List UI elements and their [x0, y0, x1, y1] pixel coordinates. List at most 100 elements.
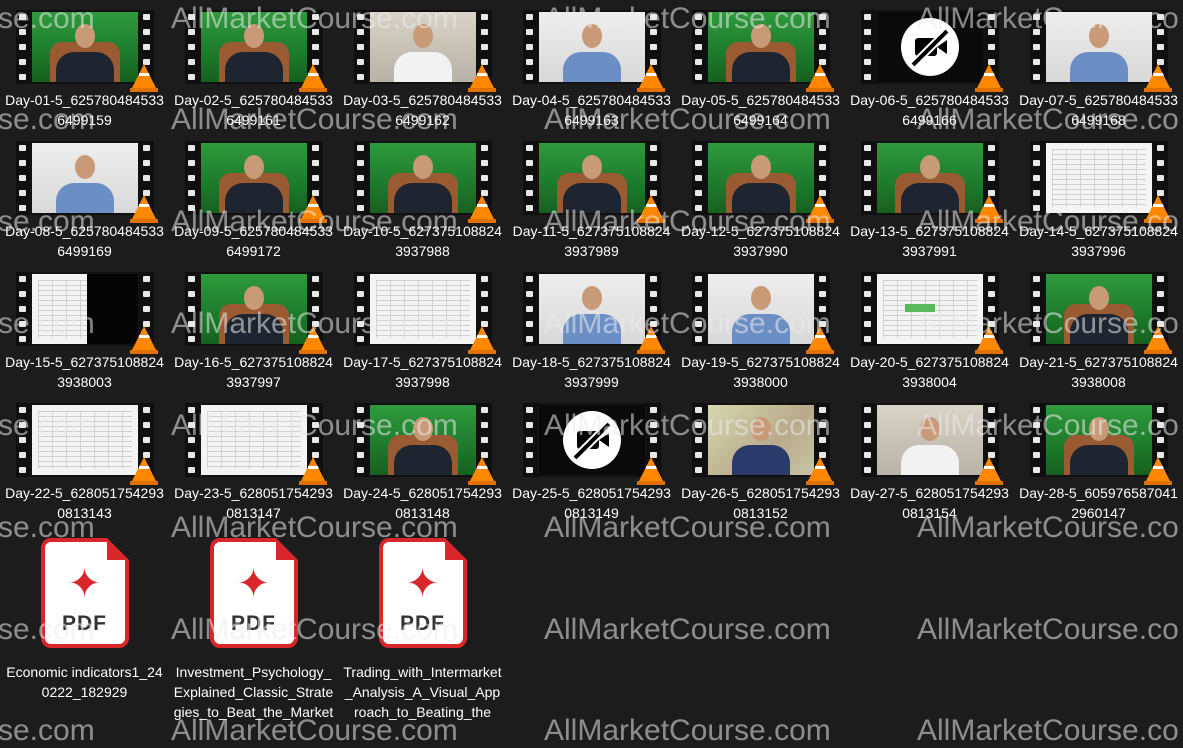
video-thumbnail[interactable]: [691, 10, 834, 92]
video-file-item[interactable]: Day-07-5_6257804845336499168: [1014, 0, 1183, 130]
video-file-item[interactable]: Day-27-5_6280517542930813154: [845, 393, 1014, 523]
video-thumbnail[interactable]: [860, 141, 1003, 223]
video-thumbnail[interactable]: [860, 10, 1003, 92]
video-file-item[interactable]: Day-02-5_6257804845336499161: [169, 0, 338, 130]
vlc-cone-stripe: [1152, 73, 1163, 76]
vlc-cone-icon: [974, 326, 1003, 354]
film-hole: [864, 276, 871, 283]
video-file-item[interactable]: Day-13-5_6273751088243937991: [845, 131, 1014, 261]
pdf-file-icon[interactable]: ✦ PDF: [40, 538, 129, 648]
video-file-item[interactable]: Day-19-5_6273751088243938000: [676, 262, 845, 392]
video-thumbnail[interactable]: [184, 272, 327, 354]
video-thumbnail[interactable]: [15, 141, 158, 223]
video-thumbnail[interactable]: [691, 141, 834, 223]
video-file-item[interactable]: Day-12-5_6273751088243937990: [676, 131, 845, 261]
pdf-file-item[interactable]: ✦ PDF Economic indicators1_240222_182929: [0, 538, 169, 738]
video-file-item[interactable]: Day-18-5_6273751088243937999: [507, 262, 676, 392]
file-name-label: Day-28-5_6059765870412960147: [1019, 485, 1178, 521]
video-file-item[interactable]: Day-04-5_6257804845336499163: [507, 0, 676, 130]
video-file-item[interactable]: Day-23-5_6280517542930813147: [169, 393, 338, 523]
video-thumbnail[interactable]: [353, 272, 496, 354]
video-thumbnail[interactable]: [860, 403, 1003, 485]
video-thumbnail[interactable]: [522, 403, 665, 485]
video-thumbnail-frame: [876, 274, 983, 344]
video-thumbnail[interactable]: [15, 272, 158, 354]
video-file-item[interactable]: Day-24-5_6280517542930813148: [338, 393, 507, 523]
video-file-item[interactable]: Day-20-5_6273751088243938004: [845, 262, 1014, 392]
film-hole: [695, 436, 702, 443]
video-thumbnail-frame: [31, 143, 138, 213]
film-hole: [1033, 422, 1040, 429]
film-hole: [695, 320, 702, 327]
film-hole: [695, 73, 702, 80]
film-hole: [695, 451, 702, 458]
video-thumbnail[interactable]: [184, 141, 327, 223]
video-file-item[interactable]: Day-22-5_6280517542930813143: [0, 393, 169, 523]
video-thumbnail[interactable]: [522, 10, 665, 92]
video-file-item[interactable]: Day-26-5_6280517542930813152: [676, 393, 845, 523]
video-thumbnail[interactable]: [522, 272, 665, 354]
vlc-cone-icon: [1143, 195, 1172, 223]
film-hole: [864, 335, 871, 342]
video-file-item[interactable]: Day-08-5_6257804845336499169: [0, 131, 169, 261]
video-thumbnail[interactable]: [522, 141, 665, 223]
pdf-file-icon[interactable]: ✦ PDF: [378, 538, 467, 648]
video-file-item[interactable]: Day-14-5_6273751088243937996: [1014, 131, 1183, 261]
vlc-cone-stripe: [476, 466, 487, 469]
film-hole: [988, 291, 995, 298]
vlc-cone-icon: [974, 457, 1003, 485]
video-file-item[interactable]: Day-01-5_6257804845336499159: [0, 0, 169, 130]
video-file-item[interactable]: Day-03-5_6257804845336499162: [338, 0, 507, 130]
pdf-file-item[interactable]: ✦ PDF Investment_Psychology_Explained_Clas…: [169, 538, 338, 738]
video-thumbnail[interactable]: [184, 10, 327, 92]
video-file-item[interactable]: Day-17-5_6273751088243937998: [338, 262, 507, 392]
video-thumbnail[interactable]: [184, 403, 327, 485]
video-file-item[interactable]: Day-25-5_6280517542930813149: [507, 393, 676, 523]
film-hole: [143, 422, 150, 429]
film-hole: [819, 276, 826, 283]
file-name-label: Day-04-5_6257804845336499163: [512, 92, 671, 128]
video-file-item[interactable]: Day-21-5_6273751088243938008: [1014, 262, 1183, 392]
film-hole: [19, 174, 26, 181]
video-thumbnail[interactable]: [15, 10, 158, 92]
video-file-item[interactable]: Day-15-5_6273751088243938003: [0, 262, 169, 392]
video-thumbnail[interactable]: [1029, 403, 1172, 485]
film-hole: [650, 29, 657, 36]
film-hole: [1033, 466, 1040, 473]
video-file-item[interactable]: Day-05-5_6257804845336499164: [676, 0, 845, 130]
pdf-badge: PDF: [231, 612, 276, 635]
film-hole: [526, 160, 533, 167]
video-file-item[interactable]: Day-11-5_6273751088243937989: [507, 131, 676, 261]
video-thumbnail[interactable]: [1029, 10, 1172, 92]
vlc-cone-icon: [298, 195, 327, 223]
pdf-file-item[interactable]: ✦ PDF Trading_with_Intermarket_Analysis_A_…: [338, 538, 507, 738]
film-hole: [188, 466, 195, 473]
video-thumbnail[interactable]: [860, 272, 1003, 354]
film-hole: [312, 422, 319, 429]
video-file-item[interactable]: Day-06-5_6257804845336499166: [845, 0, 1014, 130]
pdf-file-icon[interactable]: ✦ PDF: [209, 538, 298, 648]
video-file-item[interactable]: Day-09-5_6257804845336499172: [169, 131, 338, 261]
video-thumbnail[interactable]: [691, 403, 834, 485]
video-thumbnail[interactable]: [353, 141, 496, 223]
video-thumbnail[interactable]: [1029, 272, 1172, 354]
video-thumbnail[interactable]: [353, 10, 496, 92]
file-name-label: Day-23-5_6280517542930813147: [174, 485, 333, 521]
video-file-item[interactable]: Day-10-5_6273751088243937988: [338, 131, 507, 261]
spreadsheet-columns: [37, 411, 132, 469]
video-file-item[interactable]: Day-28-5_6059765870412960147: [1014, 393, 1183, 523]
video-file-item[interactable]: Day-16-5_6273751088243937997: [169, 262, 338, 392]
film-hole: [1033, 305, 1040, 312]
film-hole: [188, 58, 195, 65]
video-thumbnail[interactable]: [1029, 141, 1172, 223]
video-thumbnail-frame: [707, 143, 814, 213]
video-thumbnail-frame: [200, 274, 307, 344]
video-thumbnail[interactable]: [353, 403, 496, 485]
video-thumbnail[interactable]: [691, 272, 834, 354]
film-hole: [188, 407, 195, 414]
film-strip-left: [691, 141, 706, 215]
video-thumbnail[interactable]: [15, 403, 158, 485]
film-hole: [357, 320, 364, 327]
vlc-cone-icon: [298, 457, 327, 485]
film-strip-left: [1029, 141, 1044, 215]
